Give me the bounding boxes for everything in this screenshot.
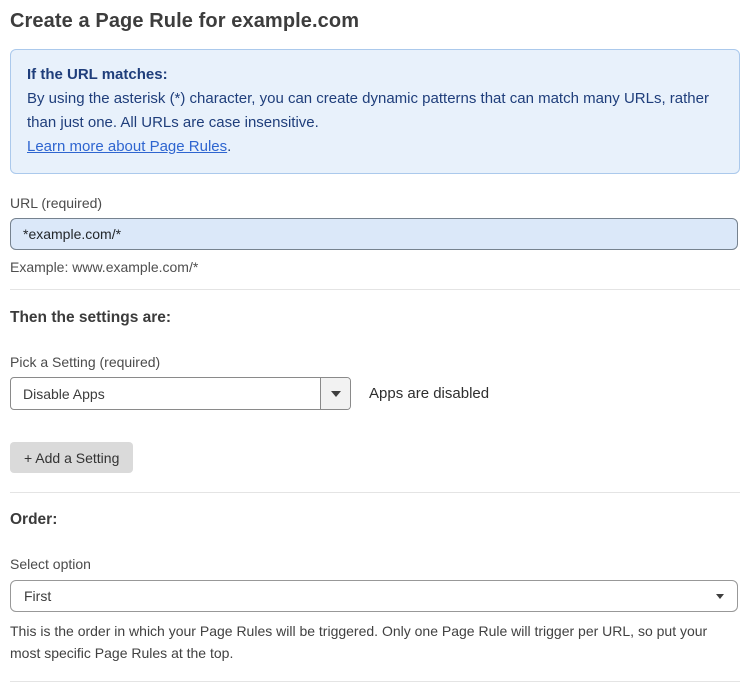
learn-more-link[interactable]: Learn more about Page Rules xyxy=(27,138,227,155)
order-section-heading: Order: xyxy=(10,511,58,528)
url-input[interactable] xyxy=(10,218,738,250)
url-example-text: Example: www.example.com/* xyxy=(10,259,199,275)
setting-select[interactable]: Disable Apps xyxy=(10,377,351,410)
link-suffix: . xyxy=(227,138,232,155)
divider xyxy=(10,681,740,682)
setting-select-value: Disable Apps xyxy=(23,385,105,402)
settings-section-heading: Then the settings are: xyxy=(10,309,172,326)
order-select-value: First xyxy=(24,588,52,604)
info-box-body: By using the asterisk (*) character, you… xyxy=(27,90,709,131)
info-box-link-row: Learn more about Page Rules. xyxy=(27,135,723,159)
divider xyxy=(10,289,740,290)
url-match-info-box: If the URL matches: By using the asteris… xyxy=(10,49,740,174)
order-select-label: Select option xyxy=(10,556,91,572)
setting-status-text: Apps are disabled xyxy=(369,385,490,402)
divider xyxy=(10,492,740,493)
setting-row: Disable Apps Apps are disabled xyxy=(10,377,740,410)
pick-setting-label: Pick a Setting (required) xyxy=(10,354,161,370)
setting-select-arrow-button[interactable] xyxy=(320,378,350,409)
dropdown-arrow-icon xyxy=(330,390,341,397)
url-field-label: URL (required) xyxy=(10,195,103,211)
create-page-rule-panel: Create a Page Rule for example.com If th… xyxy=(0,0,750,689)
dropdown-arrow-icon xyxy=(716,593,724,599)
add-setting-button[interactable]: + Add a Setting xyxy=(10,442,134,473)
page-title: Create a Page Rule for example.com xyxy=(10,10,360,32)
order-select[interactable]: First xyxy=(10,580,738,612)
info-box-heading: If the URL matches: xyxy=(27,66,168,83)
order-help-text: This is the order in which your Page Rul… xyxy=(10,623,708,661)
